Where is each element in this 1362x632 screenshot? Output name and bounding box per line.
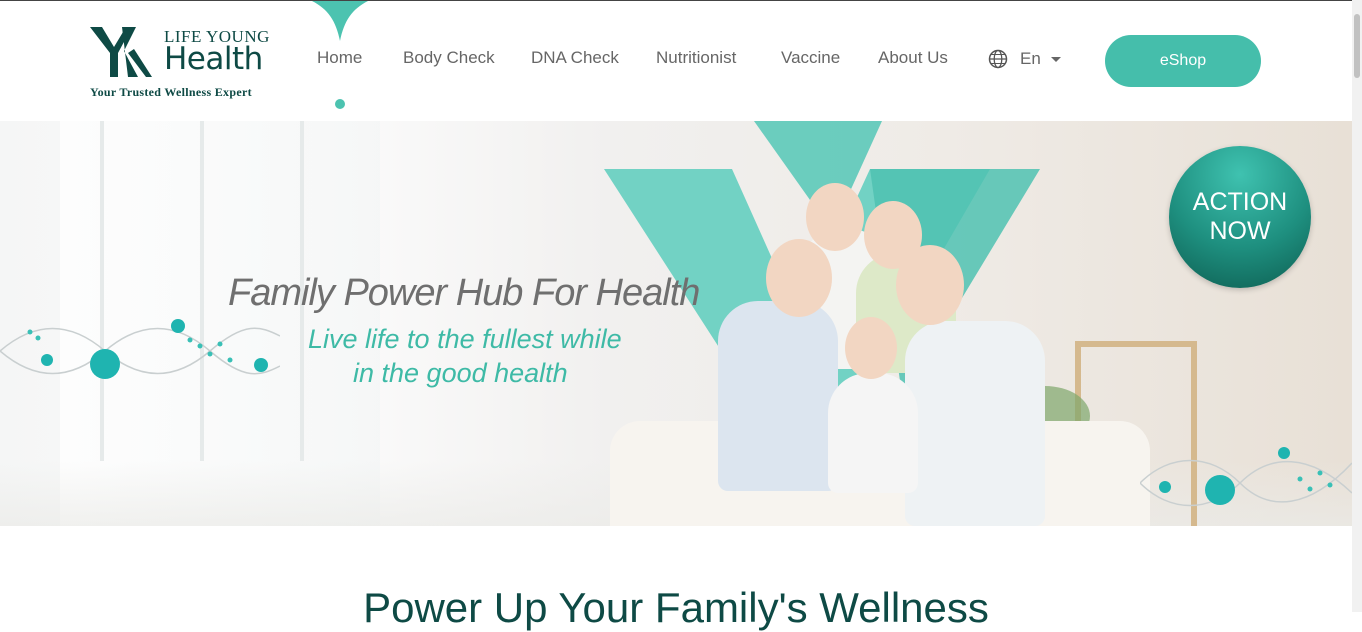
globe-icon xyxy=(988,49,1008,69)
dna-decoration-icon xyxy=(1140,447,1352,507)
action-now-label: ACTION NOW xyxy=(1193,188,1287,246)
nav-nutritionist[interactable]: Nutritionist xyxy=(656,48,736,68)
dna-decoration-icon xyxy=(0,319,280,379)
window-frame xyxy=(200,121,204,461)
hero-banner: Family Power Hub For Health Live life to… xyxy=(0,121,1352,526)
logo-tagline: Your Trusted Wellness Expert xyxy=(90,85,252,99)
nav-body-check[interactable]: Body Check xyxy=(403,48,495,68)
logo-mark-icon xyxy=(90,27,152,77)
action-now-line1: ACTION xyxy=(1192,188,1288,216)
hero-title: Family Power Hub For Health xyxy=(228,272,700,314)
section-title: Power Up Your Family's Wellness xyxy=(363,584,989,631)
nav-home[interactable]: Home xyxy=(317,48,362,68)
page-scrollbar[interactable] xyxy=(1352,0,1362,612)
hero-subtitle-line1: Live life to the fullest while xyxy=(308,324,622,354)
person-head xyxy=(896,245,964,325)
hero-subtitle-line2: in the good health xyxy=(353,358,568,388)
person-head xyxy=(845,317,897,379)
active-drop-icon xyxy=(312,1,368,41)
person-body xyxy=(718,301,838,491)
action-now-button[interactable]: ACTION NOW xyxy=(1169,146,1311,288)
site-logo[interactable]: LIFE YOUNG Health Your Trusted Wellness … xyxy=(88,23,278,103)
nav-dna-check[interactable]: DNA Check xyxy=(531,48,619,68)
nav-about-us[interactable]: About Us xyxy=(878,48,948,68)
person-head xyxy=(806,183,864,251)
nav-vaccine[interactable]: Vaccine xyxy=(781,48,840,68)
active-indicator-dot xyxy=(335,99,345,109)
person-body xyxy=(905,321,1045,526)
person-head xyxy=(766,239,832,317)
language-label: En xyxy=(1020,49,1041,68)
person-body xyxy=(828,373,918,493)
language-selector[interactable]: En xyxy=(988,49,1061,69)
window-frame xyxy=(100,121,104,461)
logo-line2: Health xyxy=(164,41,263,77)
eshop-button[interactable]: eShop xyxy=(1105,35,1261,87)
scrollbar-thumb[interactable] xyxy=(1354,14,1360,78)
chevron-down-icon xyxy=(1050,56,1061,62)
site-header: LIFE YOUNG Health Your Trusted Wellness … xyxy=(0,1,1352,121)
action-now-line2: NOW xyxy=(1209,217,1271,245)
